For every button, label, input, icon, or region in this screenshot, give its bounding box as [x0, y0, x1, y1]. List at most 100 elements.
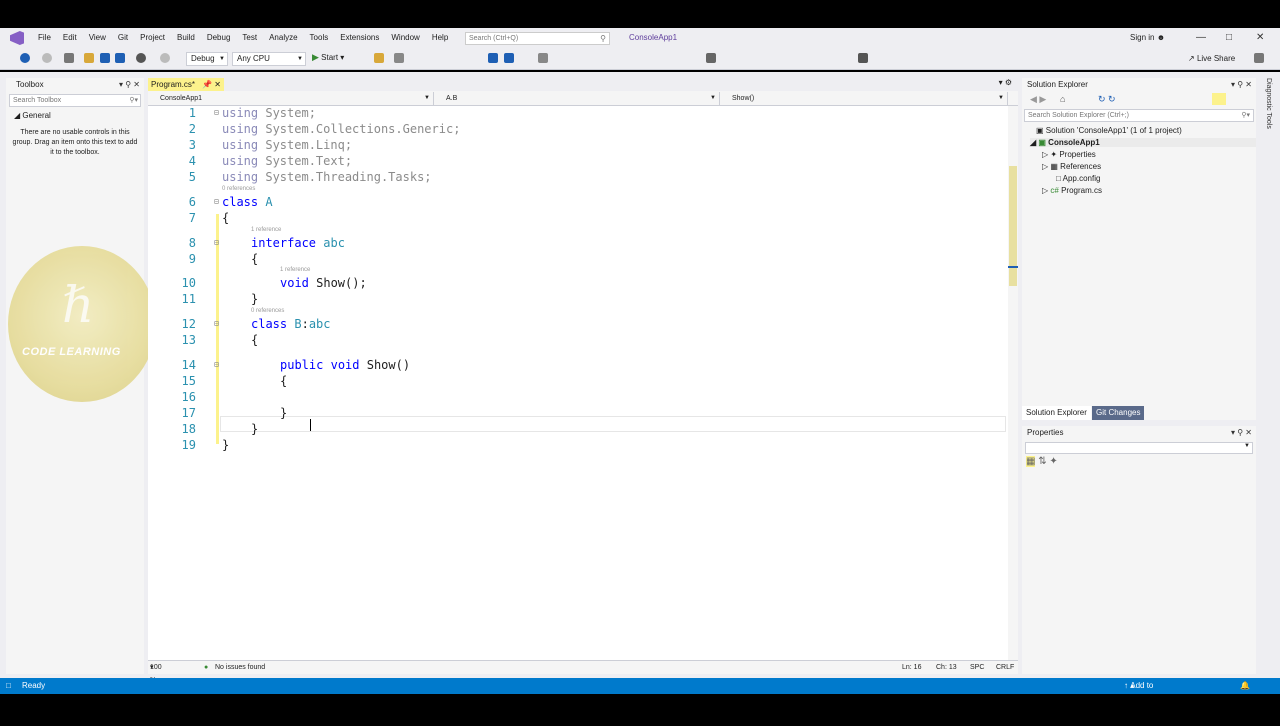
chevron-down-icon: ▼ — [424, 95, 430, 101]
minimize-button[interactable]: — — [1196, 32, 1206, 43]
menu-edit[interactable]: Edit — [57, 28, 83, 48]
tree-item-program-cs[interactable]: ▷ c# Program.cs — [1042, 186, 1102, 195]
menu-help[interactable]: Help — [426, 28, 454, 48]
save-icon[interactable] — [100, 53, 110, 63]
back-forward-icons[interactable]: ◀ ▶ — [1030, 94, 1046, 105]
forward-icon[interactable] — [42, 53, 52, 63]
issues-status[interactable]: No issues found — [215, 661, 265, 674]
project-dropdown[interactable]: ConsoleApp1 ▼ — [148, 92, 434, 105]
menu-tools[interactable]: Tools — [304, 28, 335, 48]
code-editor: Program.cs* 📌 ✕ ▾ ⚙ ConsoleApp1 ▼ A.B ▼ Sh… — [148, 78, 1018, 684]
code-line: { — [251, 333, 259, 347]
tab-solution-explorer[interactable]: Solution Explorer — [1022, 406, 1091, 420]
step-icon[interactable] — [488, 53, 498, 63]
member-dropdown[interactable]: Show() ▼ — [720, 92, 1008, 105]
close-tab-icon[interactable]: 📌 ✕ — [202, 78, 221, 91]
maximize-button[interactable]: □ — [1226, 32, 1232, 43]
line-ending-indicator[interactable]: CRLF — [996, 661, 1014, 674]
fold-toggle-icon[interactable]: ⊟ — [214, 360, 219, 369]
tree-label: Properties — [1059, 150, 1096, 159]
fold-toggle-icon[interactable]: ⊟ — [214, 238, 219, 247]
menu-analyze[interactable]: Analyze — [263, 28, 303, 48]
menu-window[interactable]: Window — [385, 28, 425, 48]
pin-close-icons[interactable]: ▾ ⚲ ✕ — [1231, 426, 1252, 440]
editor-scrollbar[interactable] — [1008, 106, 1018, 662]
menu-debug[interactable]: Debug — [201, 28, 237, 48]
codelens-references[interactable]: 0 references — [251, 308, 284, 314]
menu-view[interactable]: View — [83, 28, 112, 48]
toolbar-icon[interactable] — [394, 53, 404, 63]
toolbar-icon[interactable] — [706, 53, 716, 63]
type-dropdown-value: A.B — [446, 95, 458, 102]
menu-extensions[interactable]: Extensions — [334, 28, 385, 48]
property-pages-icon[interactable]: ✦ — [1049, 456, 1057, 467]
home-icon[interactable]: ⌂ — [1060, 94, 1065, 104]
solution-explorer-toolbar: ◀ ▶ ⌂ ↻ ↻ — [1022, 92, 1256, 108]
toolbox-group-general[interactable]: ◢ General — [6, 111, 144, 120]
start-debug-button[interactable]: ▶ Start ▾ — [312, 52, 344, 63]
pin-close-icons[interactable]: ▾ ⚲ ✕ — [119, 78, 140, 92]
chevron-down-icon: ▼ — [219, 56, 225, 62]
add-to-source-control-button[interactable]: ↑ Add to Source Control ▴ — [1124, 678, 1156, 722]
visual-studio-logo-icon — [10, 31, 24, 45]
solution-search-placeholder: Search Solution Explorer (Ctrl+;) — [1028, 112, 1129, 119]
live-share-button[interactable]: ↗ Live Share — [1188, 54, 1235, 63]
platform-select[interactable]: Any CPU ▼ — [232, 52, 306, 66]
diagnostic-tools-tab[interactable]: Diagnostic Tools — [1258, 78, 1272, 148]
column-indicator[interactable]: Ch: 13 — [936, 661, 957, 674]
menu-test[interactable]: Test — [236, 28, 263, 48]
code-area[interactable]: 1 2 3 4 5 6 7 8 9 10 11 12 13 14 15 16 1… — [148, 106, 1008, 666]
solution-icon: ▣ — [1036, 126, 1044, 135]
fold-toggle-icon[interactable]: ⊟ — [214, 108, 219, 117]
menu-project[interactable]: Project — [134, 28, 171, 48]
configuration-select[interactable]: Debug ▼ — [186, 52, 228, 66]
close-window-button[interactable]: ✕ — [1256, 32, 1264, 43]
undo-icon[interactable] — [136, 53, 146, 63]
preview-toggle-icon[interactable] — [1212, 93, 1226, 105]
tab-program-cs[interactable]: Program.cs* 📌 ✕ — [148, 78, 224, 91]
pin-close-icons[interactable]: ▾ ⚲ ✕ — [1231, 78, 1252, 92]
bookmark-icon[interactable] — [858, 53, 868, 63]
categorized-icon[interactable]: ▦ — [1026, 456, 1036, 467]
codelens-references[interactable]: 0 references — [222, 186, 255, 192]
tab-git-changes[interactable]: Git Changes — [1092, 406, 1145, 420]
line-number: 8 — [188, 236, 196, 250]
tree-item-references[interactable]: ▷ ▦ References — [1042, 162, 1101, 171]
tree-solution[interactable]: ▣ Solution 'ConsoleApp1' (1 of 1 project… — [1036, 126, 1182, 135]
tree-label: App.config — [1062, 174, 1101, 183]
zoom-select[interactable]: 100 % ▾ — [150, 661, 162, 684]
step-into-icon[interactable] — [504, 53, 514, 63]
toolbar-icon[interactable] — [538, 53, 548, 63]
global-search-input[interactable]: Search (Ctrl+Q) ⚲ — [465, 32, 610, 45]
tree-item-properties[interactable]: ▷ ✦ Properties — [1042, 150, 1096, 159]
feedback-icon[interactable] — [1254, 53, 1264, 63]
browse-icon[interactable] — [374, 53, 384, 63]
fold-toggle-icon[interactable]: ⊟ — [214, 319, 219, 328]
sign-in-link[interactable]: Sign in ☻ — [1130, 33, 1165, 42]
notifications-icon[interactable]: 🔔 — [1240, 678, 1250, 694]
save-all-icon[interactable] — [115, 53, 125, 63]
properties-object-select[interactable]: ▼ — [1025, 442, 1253, 454]
tab-overflow-icon[interactable]: ▾ ⚙ — [999, 78, 1012, 87]
tree-item-app-config[interactable]: □ App.config — [1056, 174, 1100, 183]
codelens-references[interactable]: 1 reference — [251, 227, 281, 233]
alphabetical-icon[interactable]: ⇅ — [1038, 456, 1046, 467]
codelens-references[interactable]: 1 reference — [280, 267, 310, 273]
line-indicator[interactable]: Ln: 16 — [902, 661, 921, 674]
fold-toggle-icon[interactable]: ⊟ — [214, 197, 219, 206]
toolbox-search-input[interactable]: Search Toolbox ⚲▾ — [9, 94, 141, 107]
solution-explorer-header: Solution Explorer ▾ ⚲ ✕ — [1022, 78, 1256, 92]
menu-file[interactable]: File — [32, 28, 57, 48]
tree-project[interactable]: ◢ ▣ ConsoleApp1 — [1030, 138, 1256, 147]
menu-git[interactable]: Git — [112, 28, 134, 48]
type-dropdown[interactable]: A.B ▼ — [434, 92, 720, 105]
whitespace-indicator[interactable]: SPC — [970, 661, 984, 674]
toolbox-empty-message: There are no usable controls in this gro… — [12, 129, 138, 156]
open-file-icon[interactable] — [84, 53, 94, 63]
sync-icon[interactable]: ↻ ↻ — [1098, 94, 1116, 105]
redo-icon[interactable] — [160, 53, 170, 63]
new-project-icon[interactable] — [64, 53, 74, 63]
back-icon[interactable] — [20, 53, 30, 63]
solution-search-input[interactable]: Search Solution Explorer (Ctrl+;) ⚲▾ — [1024, 109, 1254, 122]
menu-build[interactable]: Build — [171, 28, 201, 48]
